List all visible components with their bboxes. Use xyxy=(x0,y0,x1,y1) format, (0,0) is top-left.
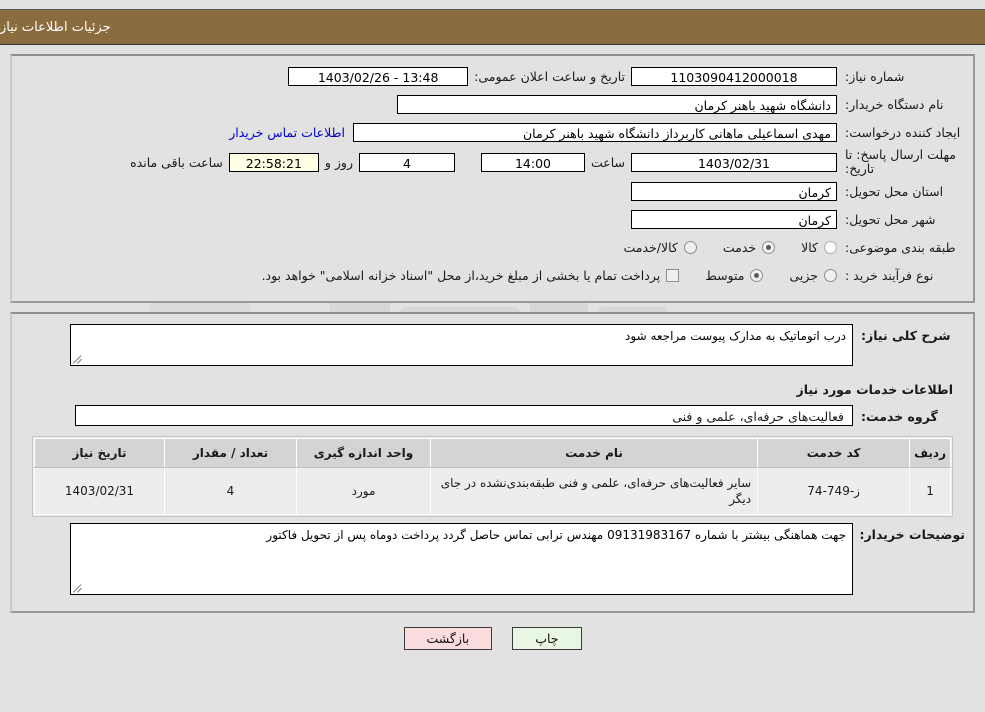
services-table-wrapper: ردیف کد خدمت نام خدمت واحد اندازه گیری ت… xyxy=(32,436,953,517)
row-deadline: مهلت ارسال پاسخ: تا تاریخ: 1403/02/31 سا… xyxy=(20,148,965,176)
buyer-org-value: دانشگاه شهید باهنر کرمان xyxy=(397,95,837,114)
city-value: کرمان xyxy=(631,210,837,229)
row-service-group: گروه خدمت: فعالیت‌های حرفه‌ای، علمی و فن… xyxy=(20,405,965,426)
page-header-bar: جزئیات اطلاعات نیاز xyxy=(0,9,985,45)
services-table: ردیف کد خدمت نام خدمت واحد اندازه گیری ت… xyxy=(34,438,951,515)
cell-unit: مورد xyxy=(296,467,431,515)
col-radif: ردیف xyxy=(909,438,951,468)
back-button[interactable]: بازگشت xyxy=(403,627,493,650)
treasury-docs-checkbox-item[interactable]: پرداخت تمام یا بخشی از مبلغ خرید،از محل … xyxy=(262,268,680,283)
category-label: طبقه بندی موضوعی: xyxy=(845,240,956,255)
buyer-notes-textarea[interactable]: جهت هماهنگی بیشتر با شماره 09131983167 م… xyxy=(70,523,853,595)
col-code: کد خدمت xyxy=(757,438,911,468)
table-header-row: ردیف کد خدمت نام خدمت واحد اندازه گیری ت… xyxy=(34,438,951,468)
announce-value: 13:48 - 1403/02/26 xyxy=(288,67,469,86)
need-number-value: 1103090412000018 xyxy=(631,67,837,86)
cell-radif: 1 xyxy=(909,467,951,515)
col-date: تاریخ نیاز xyxy=(34,438,165,468)
need-summary-panel: شماره نیاز: 1103090412000018 تاریخ و ساع… xyxy=(10,54,975,303)
deadline-hour-label: ساعت xyxy=(590,154,625,170)
row-creator: ایجاد کننده درخواست: مهدی اسماعیلی ماهان… xyxy=(20,120,965,145)
radio-icon[interactable] xyxy=(750,269,764,282)
province-label: استان محل تحویل: xyxy=(845,184,944,199)
radio-icon[interactable] xyxy=(824,241,837,254)
cell-code: ز-749-74 xyxy=(757,467,911,515)
city-label: شهر محل تحویل: xyxy=(845,212,936,227)
action-button-bar: چاپ بازگشت xyxy=(0,627,985,650)
province-value: کرمان xyxy=(631,182,837,201)
category-option-label: کالا/خدمت xyxy=(623,240,678,255)
row-category: طبقه بندی موضوعی: کالا خدمت کالا/خدمت xyxy=(20,235,965,260)
deadline-date-value: 1403/02/31 xyxy=(631,152,837,172)
need-number-label: شماره نیاز: xyxy=(845,69,905,84)
process-option-label: متوسط xyxy=(705,268,745,283)
deadline-days-value: 4 xyxy=(358,152,455,172)
category-option-label: کالا xyxy=(801,240,818,255)
col-qty: تعداد / مقدار xyxy=(164,438,297,468)
process-option-jozii[interactable]: جزیی xyxy=(789,268,837,283)
category-option-label: خدمت xyxy=(722,240,757,255)
treasury-docs-label: پرداخت تمام یا بخشی از مبلغ خرید،از محل … xyxy=(261,268,661,283)
resize-grip-icon xyxy=(73,583,83,593)
deadline-timer-label: ساعت باقی مانده xyxy=(130,154,223,170)
category-radio-group: کالا خدمت کالا/خدمت xyxy=(597,240,837,255)
row-process-type: نوع فرآیند خرید : جزیی متوسط پرداخت تمام… xyxy=(20,263,965,288)
deadline-hour-value: 14:00 xyxy=(480,152,585,172)
need-details-panel: شرح کلی نیاز: درب اتوماتیک به مدارک پیوس… xyxy=(10,312,975,613)
deadline-label-line2: تاریخ: xyxy=(845,161,875,176)
category-option-kala[interactable]: کالا xyxy=(801,240,837,255)
deadline-label-line1: مهلت ارسال پاسخ: تا xyxy=(845,147,956,162)
need-description-textarea[interactable]: درب اتوماتیک به مدارک پیوست مراجعه شود xyxy=(70,324,853,366)
service-group-value: فعالیت‌های حرفه‌ای، علمی و فنی xyxy=(75,405,853,426)
col-unit: واحد اندازه گیری xyxy=(296,438,431,468)
need-description-label: شرح کلی نیاز: xyxy=(861,328,951,343)
cell-date: 1403/02/31 xyxy=(34,467,165,515)
process-type-label: نوع فرآیند خرید : xyxy=(845,268,934,283)
radio-icon[interactable] xyxy=(762,241,776,254)
process-option-label: جزیی xyxy=(789,268,818,283)
checkbox-icon[interactable] xyxy=(666,269,680,282)
buyer-notes-label: توضیحات خریدار: xyxy=(859,527,965,542)
services-section-heading: اطلاعات خدمات مورد نیاز xyxy=(796,382,954,397)
row-need-number: شماره نیاز: 1103090412000018 تاریخ و ساع… xyxy=(20,64,965,89)
cell-name: سایر فعالیت‌های حرفه‌ای، علمی و فنی طبقه… xyxy=(429,467,759,515)
service-group-label: گروه خدمت: xyxy=(861,409,938,424)
deadline-days-label: روز و xyxy=(324,154,353,170)
process-option-motavaset[interactable]: متوسط xyxy=(705,268,764,283)
deadline-timer-value: 22:58:21 xyxy=(228,152,319,172)
announce-label: تاریخ و ساعت اعلان عمومی: xyxy=(474,69,625,84)
category-option-kala-khedmat[interactable]: کالا/خدمت xyxy=(623,240,697,255)
process-type-radio-group: جزیی متوسط پرداخت تمام یا بخشی از مبلغ خ… xyxy=(236,268,837,283)
page-title: جزئیات اطلاعات نیاز xyxy=(0,19,111,35)
radio-icon[interactable] xyxy=(824,269,837,282)
resize-grip-icon xyxy=(73,354,83,364)
buyer-org-label: نام دستگاه خریدار: xyxy=(845,97,944,112)
radio-icon[interactable] xyxy=(683,241,697,254)
row-city: شهر محل تحویل: کرمان xyxy=(20,207,965,232)
category-option-khedmat[interactable]: خدمت xyxy=(722,240,776,255)
creator-value: مهدی اسماعیلی ماهانی کاربرداز دانشگاه شه… xyxy=(353,123,837,142)
row-buyer-org: نام دستگاه خریدار: دانشگاه شهید باهنر کر… xyxy=(20,92,965,117)
deadline-label: مهلت ارسال پاسخ: تا تاریخ: xyxy=(837,148,965,176)
row-province: استان محل تحویل: کرمان xyxy=(20,179,965,204)
creator-label: ایجاد کننده درخواست: xyxy=(845,125,961,140)
cell-qty: 4 xyxy=(164,467,297,515)
table-row: 1 ز-749-74 سایر فعالیت‌های حرفه‌ای، علمی… xyxy=(34,467,951,515)
row-buyer-notes: توضیحات خریدار: جهت هماهنگی بیشتر با شما… xyxy=(20,523,965,595)
buyer-contact-link[interactable]: اطلاعات تماس خریدار xyxy=(221,125,353,140)
row-need-description: شرح کلی نیاز: درب اتوماتیک به مدارک پیوس… xyxy=(20,324,965,366)
print-button[interactable]: چاپ xyxy=(512,627,582,650)
col-name: نام خدمت xyxy=(429,438,759,468)
